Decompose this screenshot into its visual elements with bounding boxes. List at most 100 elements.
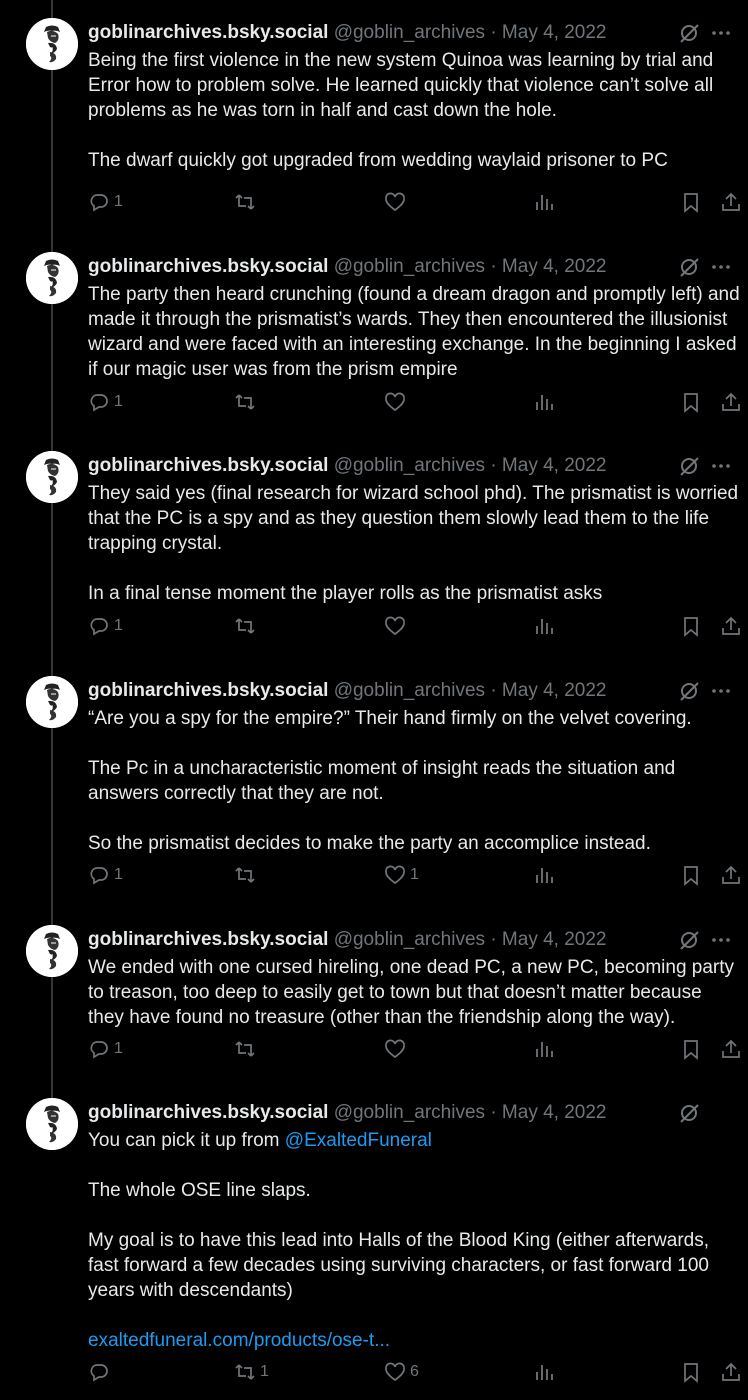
grok-icon[interactable] [678,455,700,477]
repost-button[interactable] [234,389,260,415]
bookmark-button[interactable] [680,1359,702,1385]
like-button[interactable] [384,189,410,215]
share-button[interactable] [720,189,742,215]
separator-dot: · [490,22,497,43]
heart-icon [385,1362,405,1382]
post-paragraph: Being the first violence in the new syst… [88,50,714,121]
post-actions: 1 [88,189,748,215]
post-date[interactable]: May 4, 2022 [502,680,607,701]
views-button[interactable] [533,1359,555,1385]
repost-icon [235,394,255,410]
reply-button[interactable]: 1 [88,1036,123,1062]
post-date[interactable]: May 4, 2022 [502,256,607,277]
views-bar-chart-icon [536,619,553,634]
more-options-icon[interactable] [710,22,732,44]
post-date[interactable]: May 4, 2022 [502,22,607,43]
avatar[interactable] [26,1098,78,1150]
post-header: goblinarchives.bsky.social @goblin_archi… [88,1102,738,1124]
post-text: The party then heard crunching (found a … [88,282,740,382]
heart-icon [385,1039,405,1059]
share-button[interactable] [720,1036,742,1062]
reply-button[interactable]: 1 [88,189,123,215]
avatar[interactable] [26,925,78,977]
author-handle[interactable]: @goblin_archives [334,22,485,43]
repost-button[interactable] [234,189,260,215]
author-handle[interactable]: @goblin_archives [334,455,485,476]
avatar[interactable] [26,451,78,503]
author-handle[interactable]: @goblin_archives [334,680,485,701]
views-button[interactable] [533,189,555,215]
views-bar-chart-icon [536,195,553,210]
post-date[interactable]: May 4, 2022 [502,1102,607,1123]
reply-count: 1 [114,393,123,410]
repost-button[interactable]: 1 [234,1359,269,1385]
grok-icon[interactable] [678,256,700,278]
reply-count: 1 [114,193,123,210]
avatar-goblin-image [26,925,78,977]
views-bar-chart-icon [536,868,553,883]
reply-button[interactable]: 1 [88,862,123,888]
repost-count: 1 [260,1363,269,1380]
repost-button[interactable] [234,613,260,639]
more-options-icon[interactable] [710,455,732,477]
grok-icon[interactable] [678,1102,700,1124]
mention-link[interactable]: @ExaltedFuneral [285,1130,432,1151]
bookmark-button[interactable] [680,1036,702,1062]
views-button[interactable] [533,862,555,888]
post-actions: 1 [88,389,748,415]
author-name[interactable]: goblinarchives.bsky.social [88,680,328,701]
repost-icon [235,867,255,883]
repost-button[interactable] [234,1036,260,1062]
like-button[interactable]: 6 [384,1359,419,1385]
like-button[interactable] [384,1036,410,1062]
bookmark-icon [684,393,698,413]
share-button[interactable] [720,613,742,639]
avatar[interactable] [26,252,78,304]
views-button[interactable] [533,613,555,639]
grok-icon[interactable] [678,929,700,951]
repost-button[interactable] [234,862,260,888]
post-date[interactable]: May 4, 2022 [502,455,607,476]
post-actions: 1 1 [88,862,748,888]
avatar[interactable] [26,676,78,728]
grok-icon[interactable] [678,22,700,44]
author-name[interactable]: goblinarchives.bsky.social [88,256,328,277]
author-name[interactable]: goblinarchives.bsky.social [88,1102,328,1123]
more-options-icon[interactable] [710,680,732,702]
share-button[interactable] [720,389,742,415]
author-name[interactable]: goblinarchives.bsky.social [88,929,328,950]
share-button[interactable] [720,862,742,888]
bookmark-button[interactable] [680,389,702,415]
bookmark-button[interactable] [680,613,702,639]
more-options-icon[interactable] [710,929,732,951]
post-paragraph: The Pc in a uncharacteristic moment of i… [88,758,676,804]
external-url-link[interactable]: exaltedfuneral.com/products/ose-t... [88,1328,740,1353]
like-button[interactable] [384,613,410,639]
post-date[interactable]: May 4, 2022 [502,929,607,950]
post-paragraph: So the prismatist decides to make the pa… [88,833,651,854]
avatar-goblin-image [26,676,78,728]
like-button[interactable] [384,389,410,415]
views-button[interactable] [533,389,555,415]
author-name[interactable]: goblinarchives.bsky.social [88,22,328,43]
like-button[interactable]: 1 [384,862,419,888]
reply-button[interactable]: 1 [88,613,123,639]
reply-button[interactable] [88,1359,114,1385]
author-name[interactable]: goblinarchives.bsky.social [88,455,328,476]
reply-icon [90,1041,108,1059]
avatar-goblin-image [26,1098,78,1150]
author-handle[interactable]: @goblin_archives [334,1102,485,1123]
post-actions: 1 6 [88,1359,748,1385]
author-handle[interactable]: @goblin_archives [334,929,485,950]
more-options-icon[interactable] [710,256,732,278]
views-button[interactable] [533,1036,555,1062]
avatar[interactable] [26,18,78,70]
reply-button[interactable]: 1 [88,389,123,415]
views-bar-chart-icon [536,395,553,410]
bookmark-button[interactable] [680,189,702,215]
share-button[interactable] [720,1359,742,1385]
reply-count: 1 [114,866,123,883]
bookmark-button[interactable] [680,862,702,888]
grok-icon[interactable] [678,680,700,702]
author-handle[interactable]: @goblin_archives [334,256,485,277]
